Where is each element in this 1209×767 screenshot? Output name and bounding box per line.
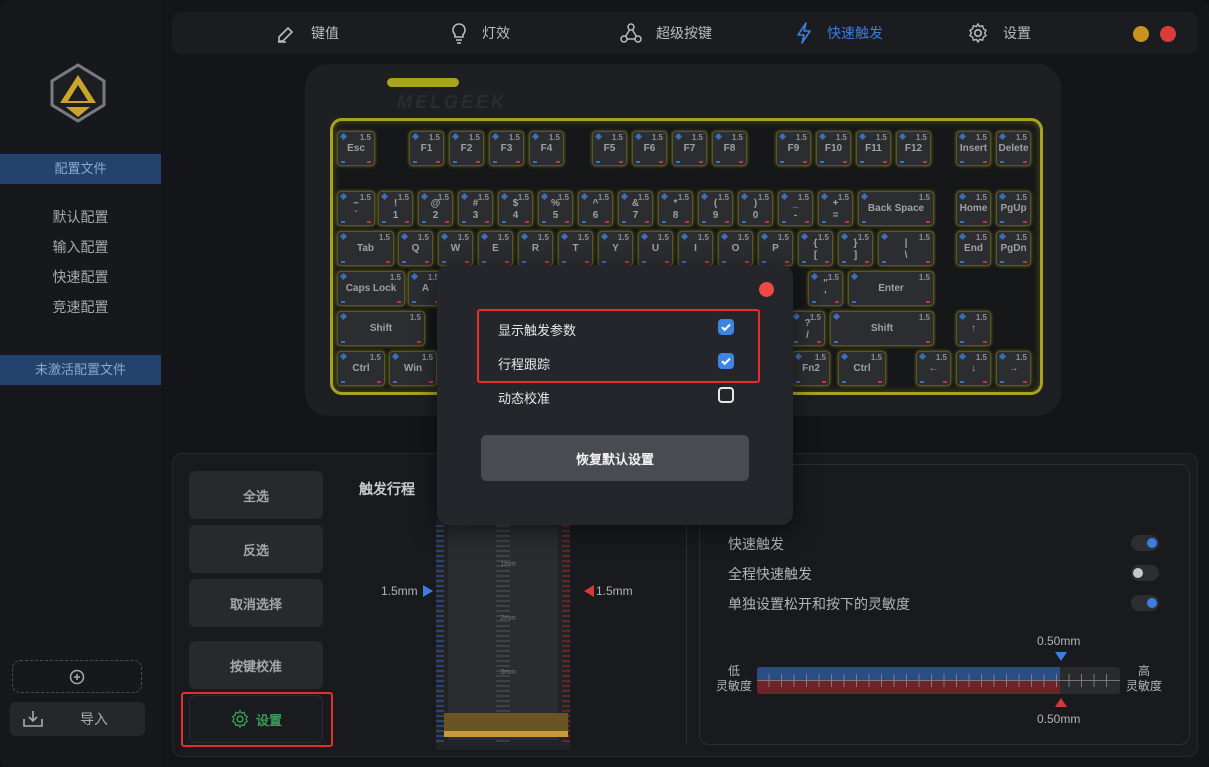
- dynamic-calibration-label: 动态校准: [498, 391, 551, 406]
- modal-overlay: 显示触发参数 行程跟踪 动态校准 恢复默认设置: [0, 0, 1209, 767]
- options-highlight-box: [477, 309, 760, 383]
- dynamic-calibration-checkbox[interactable]: [718, 387, 734, 403]
- settings-modal: [437, 265, 793, 525]
- modal-close-button[interactable]: [759, 282, 774, 297]
- restore-defaults-button[interactable]: 恢复默认设置: [481, 435, 749, 481]
- app-window: 配置文件 默认配置 输入配置 快速配置 竞速配置 未激活配置文件 导入 键值 灯…: [0, 0, 1209, 767]
